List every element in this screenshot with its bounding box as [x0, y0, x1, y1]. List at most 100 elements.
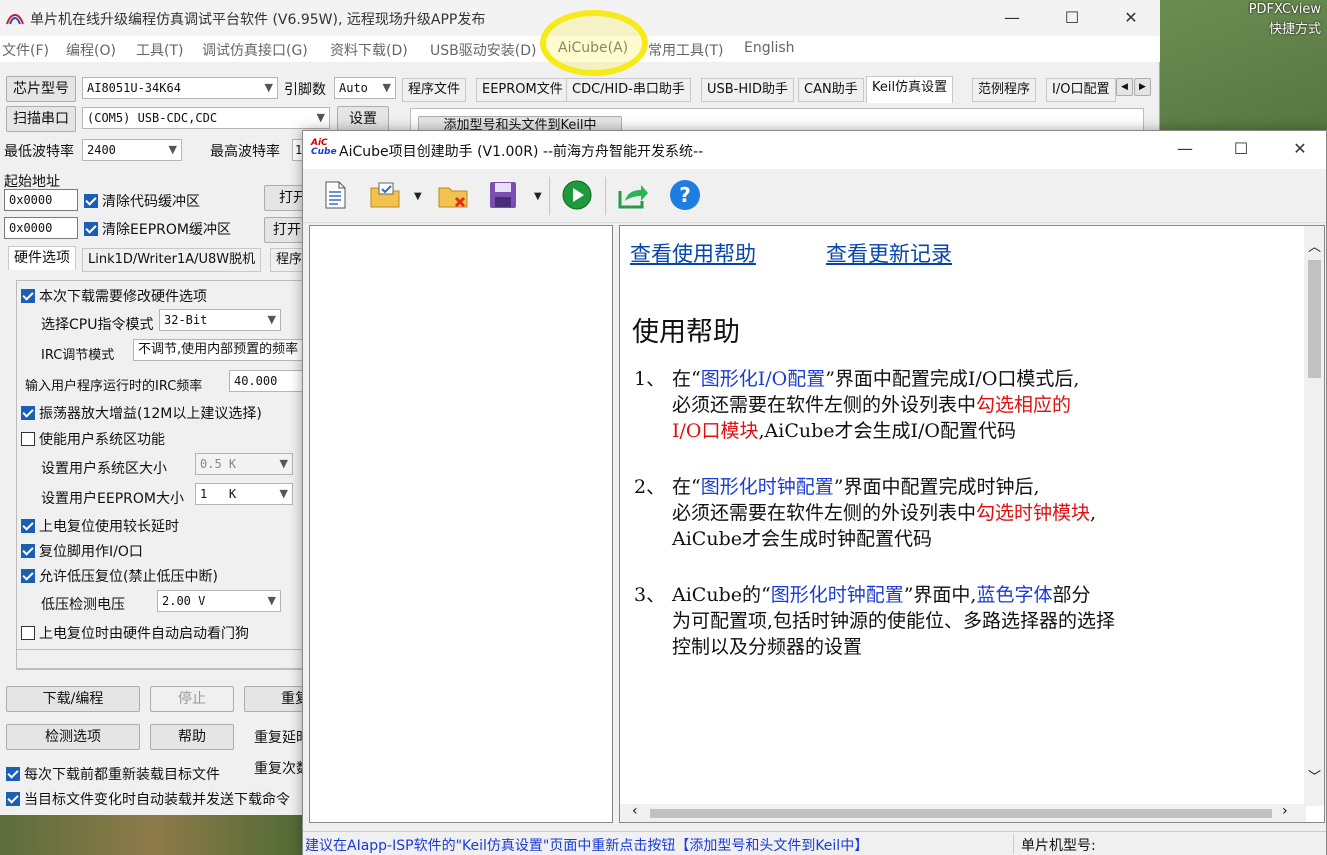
menu-tools[interactable]: 工具(T)	[136, 40, 183, 60]
repeat-button[interactable]: 重复	[244, 686, 309, 712]
tab-offline-writer[interactable]: Link1D/Writer1A/U8W脱机	[82, 248, 262, 272]
detect-options-button[interactable]: 检测选项	[6, 724, 140, 750]
save-dropdown-icon[interactable]: ▼	[534, 191, 542, 202]
new-document-icon[interactable]	[319, 179, 351, 211]
menu-usb-driver[interactable]: USB驱动安装(D)	[430, 40, 536, 60]
osc-gain-checkbox[interactable]: 振荡器放大增益(12M以上建议选择)	[21, 403, 262, 423]
help-text-segment: AiCube才会生成时钟配置代码	[672, 528, 932, 550]
help-item-number: 1、	[634, 368, 666, 390]
help-item-number: 2、	[634, 476, 666, 498]
close-button[interactable]: ✕	[1119, 6, 1143, 30]
view-changelog-link[interactable]: 查看更新记录	[826, 238, 952, 268]
highlight-red-text: 勾选相应的	[976, 394, 1072, 416]
menu-debug[interactable]: 调试仿真接口(G)	[202, 40, 308, 60]
maximize-button[interactable]: ☐	[1060, 6, 1084, 30]
desktop-shortcut-label[interactable]: PDFXCview 快捷方式	[1211, 0, 1321, 40]
chevron-down-icon: ▼	[279, 457, 288, 470]
tab-usb-hid[interactable]: USB-HID助手	[701, 78, 794, 102]
scan-port-button[interactable]: 扫描串口	[6, 106, 76, 132]
wdt-checkbox[interactable]: 上电复位时由硬件自动启动看门狗	[21, 623, 249, 643]
run-icon[interactable]	[561, 179, 593, 211]
tab-program[interactable]: 程序	[270, 248, 304, 272]
irc-freq-select[interactable]: 40.000	[229, 370, 305, 392]
clear-eeprom-checkbox[interactable]: 清除EEPROM缓冲区	[84, 219, 231, 239]
minimize-button[interactable]: —	[1000, 6, 1024, 30]
save-icon[interactable]	[487, 179, 519, 211]
open-folder-icon[interactable]	[369, 179, 401, 211]
menu-downloads[interactable]: 资料下载(D)	[330, 40, 408, 60]
chip-select[interactable]: AI8051U-34K64 ▼	[82, 77, 278, 99]
hw-panel-scrollbar[interactable]	[17, 649, 305, 669]
code-address-input[interactable]: 0x0000	[4, 189, 78, 211]
vertical-scrollbar[interactable]: ︿ ﹀	[1304, 226, 1324, 806]
auto-reload-checkbox[interactable]: 当目标文件变化时自动装载并发送下载命令	[6, 789, 304, 809]
clear-code-checkbox[interactable]: 清除代码缓冲区	[84, 191, 200, 211]
help-icon[interactable]: ?	[669, 179, 701, 211]
min-baud-select[interactable]: 2400 ▼	[82, 139, 182, 161]
help-button[interactable]: 帮助	[150, 724, 234, 750]
view-help-link[interactable]: 查看使用帮助	[630, 238, 756, 268]
horizontal-scroll-thumb[interactable]	[650, 809, 1272, 818]
scroll-down-icon[interactable]: ﹀	[1308, 766, 1321, 785]
scroll-right-icon[interactable]: ›	[1282, 803, 1288, 819]
irc-freq-value: 40.000	[234, 374, 278, 388]
horizontal-scrollbar[interactable]: ‹ ›	[620, 803, 1306, 822]
menu-common-tools[interactable]: 常用工具(T)	[648, 40, 723, 60]
tab-program-file[interactable]: 程序文件	[402, 78, 467, 102]
power-delay-checkbox[interactable]: 上电复位使用较长延时	[21, 516, 179, 536]
reload-each-checkbox[interactable]: 每次下载前都重新装载目标文件	[6, 764, 220, 784]
vertical-scroll-thumb[interactable]	[1308, 260, 1321, 378]
tab-keil[interactable]: Keil仿真设置	[866, 76, 954, 103]
dialog-close-button[interactable]: ✕	[1288, 137, 1312, 161]
eeprom-size-select[interactable]: 1 K ▼	[195, 483, 293, 505]
help-text-segment: ”界面中,	[903, 584, 977, 606]
settings-button[interactable]: 设置	[337, 106, 389, 132]
sys-area-label: 使能用户系统区功能	[39, 432, 165, 448]
eeprom-address-input[interactable]: 0x0000	[4, 217, 78, 239]
peripheral-tree-panel[interactable]	[309, 225, 613, 823]
export-icon[interactable]	[617, 179, 649, 211]
tab-can[interactable]: CAN助手	[798, 78, 864, 102]
menu-english[interactable]: English	[744, 40, 795, 56]
dialog-maximize-button[interactable]: ☐	[1229, 137, 1253, 161]
chip-type-button[interactable]: 芯片型号	[6, 76, 76, 102]
dialog-minimize-button[interactable]: —	[1173, 137, 1197, 161]
cpu-mode-select[interactable]: 32-Bit ▼	[159, 309, 281, 331]
tab-examples[interactable]: 范例程序	[972, 78, 1037, 102]
modify-hw-checkbox[interactable]: 本次下载需要修改硬件选项	[21, 286, 207, 306]
pin-select[interactable]: Auto ▼	[334, 77, 396, 99]
scroll-up-icon[interactable]: ︿	[1308, 236, 1321, 255]
min-baud-value: 2400	[87, 143, 116, 157]
help-text-segment: ”界面中配置完成时钟后,	[833, 476, 1040, 498]
sys-area-checkbox[interactable]: 使能用户系统区功能	[21, 429, 165, 449]
delete-folder-icon[interactable]	[437, 179, 469, 211]
checkbox-checked-icon	[21, 544, 35, 558]
tab-scroll-right-icon[interactable]: ▶	[1134, 78, 1151, 96]
tab-io-config[interactable]: I/O口配置	[1046, 78, 1116, 102]
reset-pin-checkbox[interactable]: 复位脚用作I/O口	[21, 541, 143, 561]
sys-size-select[interactable]: 0.5 K ▼	[195, 453, 293, 475]
lvr-checkbox[interactable]: 允许低压复位(禁止低压中断)	[21, 566, 218, 586]
tab-eeprom-file[interactable]: EEPROM文件	[476, 78, 569, 102]
stop-button[interactable]: 停止	[150, 686, 234, 712]
menu-program[interactable]: 编程(O)	[66, 40, 116, 60]
tab-hardware-options[interactable]: 硬件选项	[8, 246, 76, 270]
pin-value: Auto	[339, 81, 368, 95]
lvd-select[interactable]: 2.00 V ▼	[157, 590, 281, 612]
tab-scroll-left-icon[interactable]: ◀	[1116, 78, 1133, 96]
irc-mode-select[interactable]: 不调节,使用内部预置的频率	[133, 339, 305, 361]
chip-value: AI8051U-34K64	[87, 81, 181, 95]
tab-serial-assistant[interactable]: CDC/HID-串口助手	[566, 78, 691, 102]
min-baud-label: 最低波特率	[4, 144, 74, 160]
pin-label: 引脚数	[284, 82, 326, 98]
aicube-logo: AiC Cube	[311, 139, 337, 161]
help-item-line: 控制以及分频器的设置	[672, 634, 1115, 660]
download-button[interactable]: 下载/编程	[6, 686, 140, 712]
scroll-left-icon[interactable]: ‹	[632, 803, 638, 819]
open-dropdown-icon[interactable]: ▼	[414, 191, 422, 202]
highlight-blue-text: 图形化时钟配置	[700, 476, 834, 498]
menu-file[interactable]: 文件(F)	[2, 40, 49, 60]
shortcut-name: PDFXCview	[1248, 2, 1321, 17]
help-item-line: 必须还需要在软件左侧的外设列表中勾选相应的	[672, 392, 1079, 418]
port-select[interactable]: (COM5) USB-CDC,CDC ▼	[82, 107, 330, 129]
